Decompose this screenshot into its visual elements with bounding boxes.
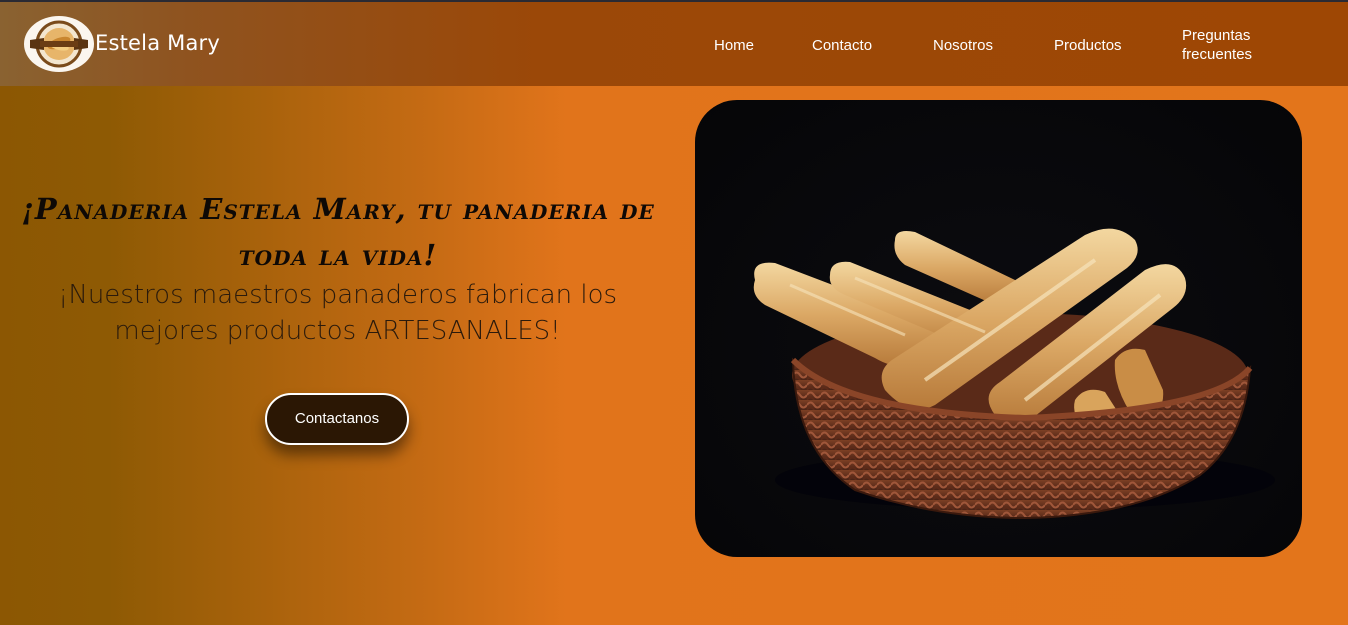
bakery-logo-icon[interactable] <box>24 16 94 72</box>
nav-item-nosotros[interactable]: Nosotros <box>933 36 993 55</box>
nav-item-contacto[interactable]: Contacto <box>812 36 872 55</box>
navbar: Estela Mary Home Contacto Nosotros Produ… <box>0 2 1348 86</box>
nav-item-productos[interactable]: Productos <box>1054 36 1122 55</box>
brand-name[interactable]: Estela Mary <box>95 31 220 55</box>
nav-item-home[interactable]: Home <box>714 36 754 55</box>
hero-subtitle: ¡Nuestros maestros panaderos fabrican lo… <box>57 280 618 346</box>
nav-item-preguntas-frecuentes[interactable]: Preguntas frecuentes <box>1182 26 1292 64</box>
hero-title: ¡Panaderia Estela Mary, tu panaderia de … <box>21 192 655 272</box>
contact-button[interactable]: Contactanos <box>265 393 409 445</box>
bread-basket-image <box>695 100 1302 557</box>
